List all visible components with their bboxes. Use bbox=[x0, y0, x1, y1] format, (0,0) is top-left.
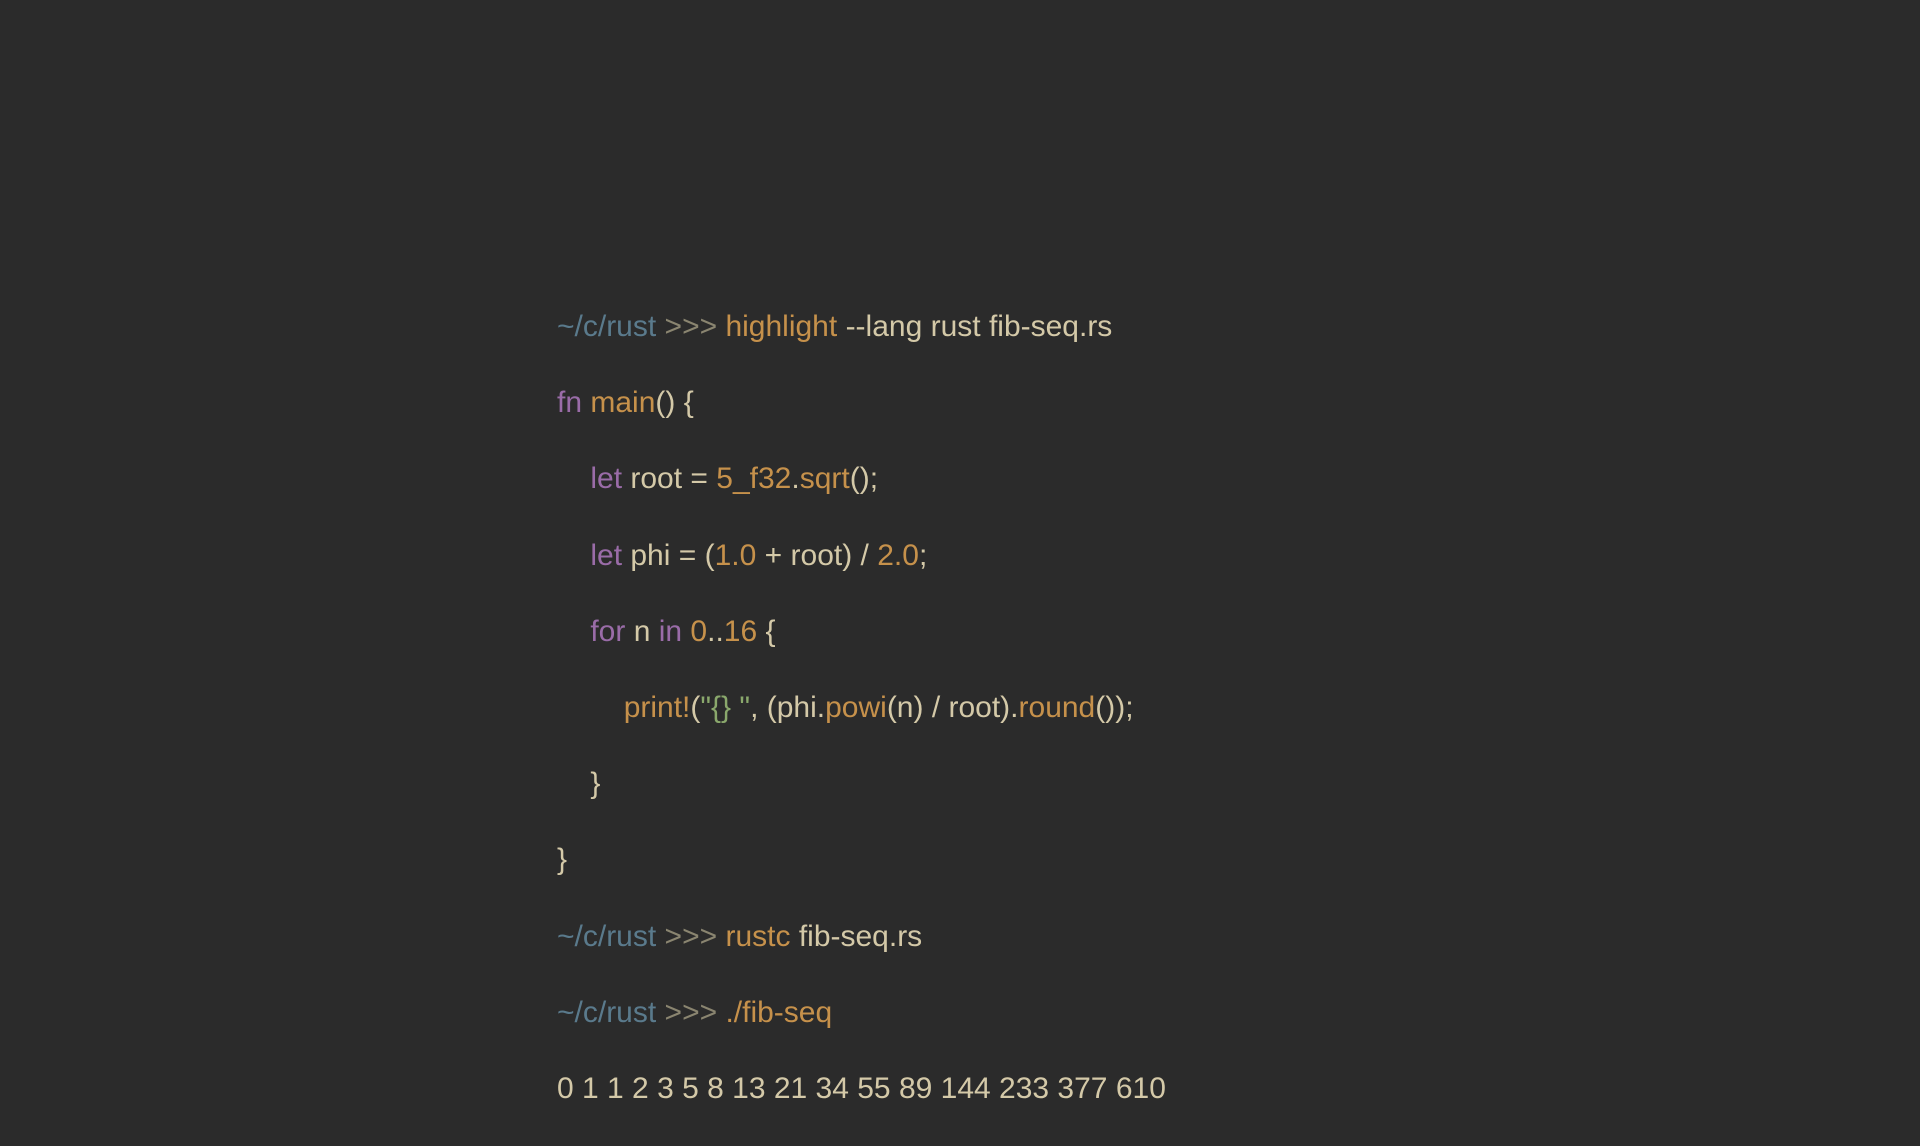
fn-name: main bbox=[590, 386, 655, 419]
code-line-6: } bbox=[557, 765, 1166, 803]
brace-close-outer: } bbox=[557, 843, 567, 876]
fn-parens: () bbox=[655, 386, 675, 419]
prompt-line-1: ~/c/rust >>> highlight --lang rust fib-s… bbox=[557, 308, 1166, 346]
brace-open: { bbox=[675, 386, 693, 419]
keyword-in: in bbox=[659, 615, 682, 648]
cmd-highlight-args: --lang rust fib-seq.rs bbox=[846, 310, 1113, 343]
prompt-line-3: ~/c/rust >>> ./fib-seq bbox=[557, 994, 1166, 1032]
code-line-3: let phi = (1.0 + root) / 2.0; bbox=[557, 537, 1166, 575]
prompt-path: ~/c/rust bbox=[557, 920, 656, 953]
brace-close-inner: } bbox=[590, 767, 600, 800]
prompt-arrows: >>> bbox=[665, 310, 718, 343]
keyword-for: for bbox=[590, 615, 625, 648]
cmd-highlight: highlight bbox=[725, 310, 837, 343]
code-line-7: } bbox=[557, 841, 1166, 879]
program-output: 0 1 1 2 3 5 8 13 21 34 55 89 144 233 377… bbox=[557, 1070, 1166, 1108]
code-line-5: print!("{} ", (phi.powi(n) / root).round… bbox=[557, 689, 1166, 727]
prompt-arrows: >>> bbox=[665, 996, 718, 1029]
prompt-path: ~/c/rust bbox=[557, 996, 656, 1029]
number-16: 16 bbox=[724, 615, 757, 648]
method-round: round bbox=[1019, 691, 1096, 724]
format-string: "{} " bbox=[700, 691, 750, 724]
keyword-let: let bbox=[590, 462, 622, 495]
cmd-rustc: rustc bbox=[725, 920, 790, 953]
var-root: root bbox=[630, 462, 682, 495]
code-line-1: fn main() { bbox=[557, 384, 1166, 422]
keyword-let: let bbox=[590, 539, 622, 572]
prompt-path: ~/c/rust bbox=[557, 310, 656, 343]
method-powi: powi bbox=[825, 691, 887, 724]
code-line-2: let root = 5_f32.sqrt(); bbox=[557, 460, 1166, 498]
cmd-run: ./fib-seq bbox=[725, 996, 832, 1029]
number-2-0: 2.0 bbox=[877, 539, 919, 572]
prompt-line-2: ~/c/rust >>> rustc fib-seq.rs bbox=[557, 918, 1166, 956]
prompt-arrows: >>> bbox=[665, 920, 718, 953]
method-sqrt: sqrt bbox=[800, 462, 850, 495]
code-line-4: for n in 0..16 { bbox=[557, 613, 1166, 651]
number-1-0: 1.0 bbox=[715, 539, 757, 572]
number-5f32: 5_f32 bbox=[716, 462, 791, 495]
number-0: 0 bbox=[690, 615, 707, 648]
macro-print: print! bbox=[624, 691, 691, 724]
keyword-fn: fn bbox=[557, 386, 582, 419]
var-phi: phi bbox=[630, 539, 670, 572]
var-n: n bbox=[625, 615, 658, 648]
cmd-rustc-args: fib-seq.rs bbox=[799, 920, 922, 953]
terminal-output: ~/c/rust >>> highlight --lang rust fib-s… bbox=[557, 270, 1166, 1146]
